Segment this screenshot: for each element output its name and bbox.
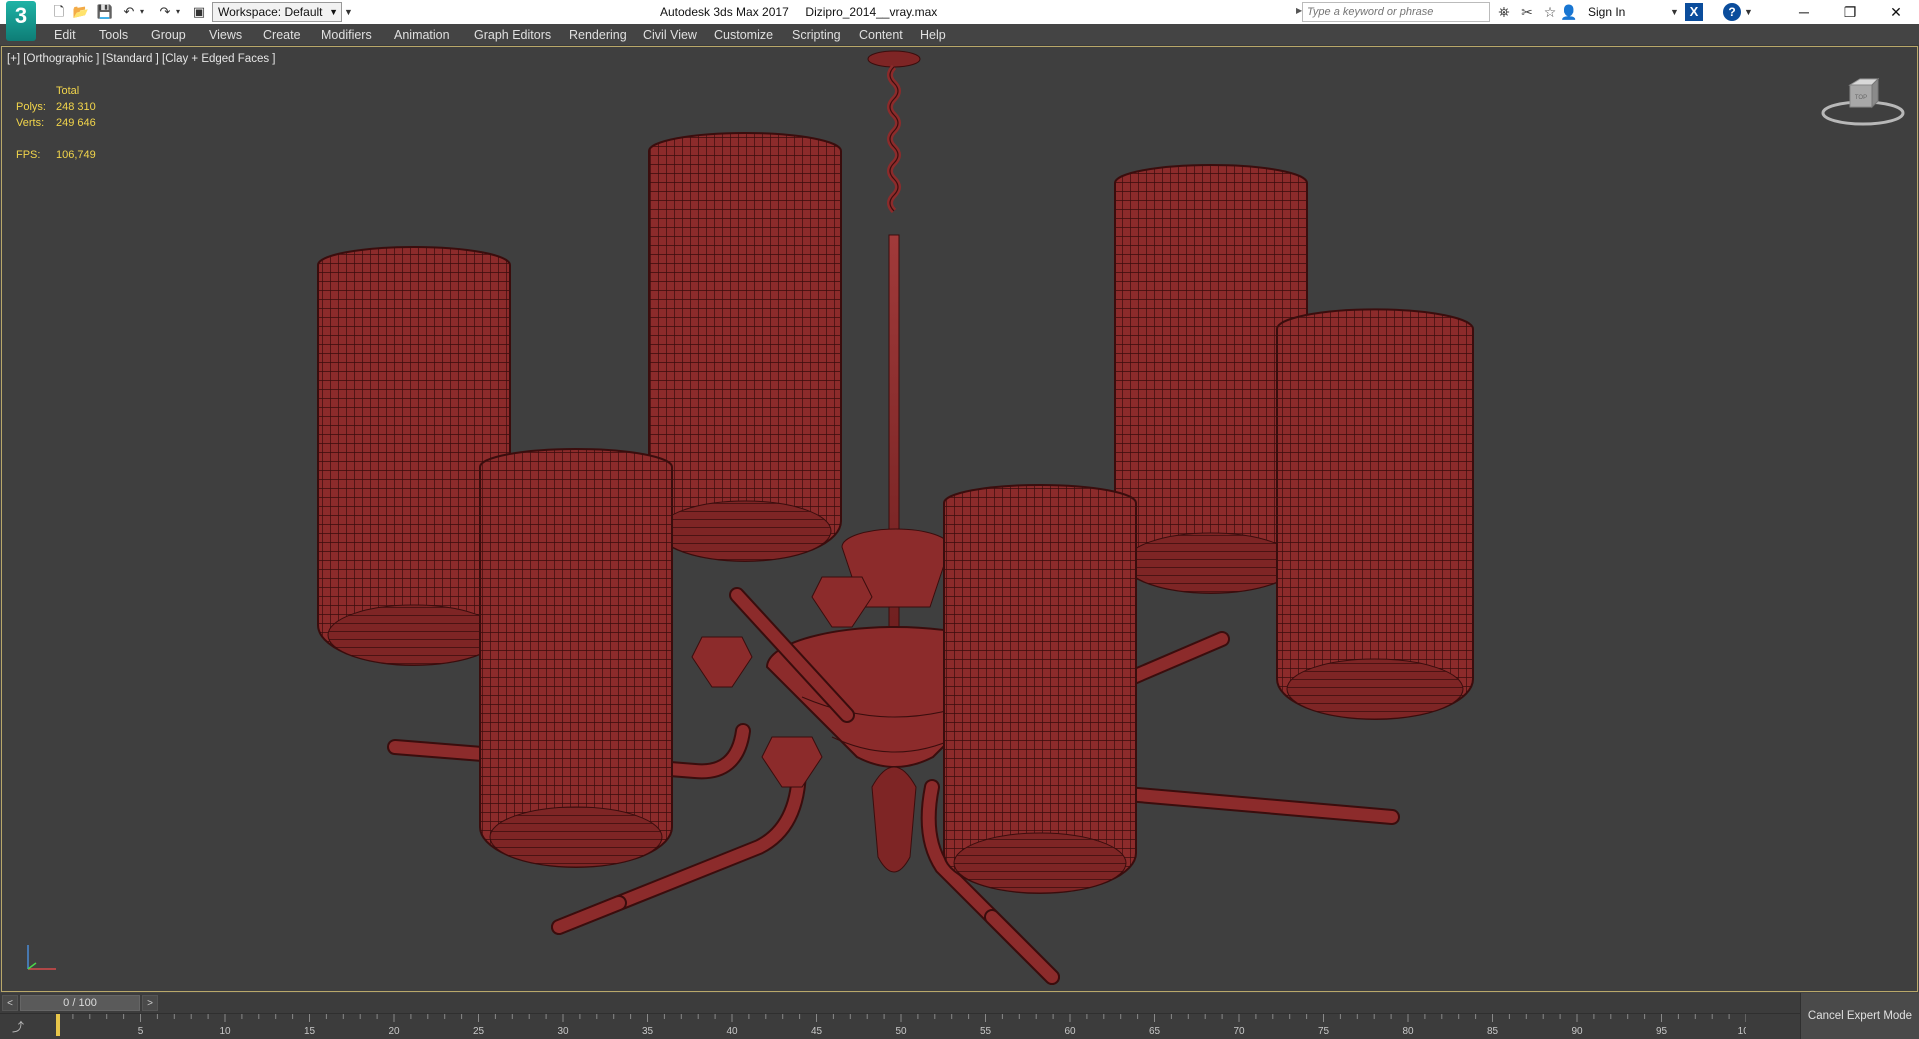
lamp-shade xyxy=(648,132,842,562)
viewport-label-menu[interactable]: [+] [Orthographic ] [Standard ] [Clay + … xyxy=(7,53,275,65)
timeline-tick-label: 70 xyxy=(1233,1026,1245,1037)
menu-rendering[interactable]: Rendering xyxy=(569,24,627,46)
user-icon[interactable]: 👤 xyxy=(1560,3,1577,21)
project-folder-icon[interactable]: ▣ xyxy=(190,3,208,21)
verts-value: 249 646 xyxy=(56,117,96,129)
undo-icon[interactable]: ↶ xyxy=(120,3,138,21)
timeline-tick-label: 80 xyxy=(1402,1026,1414,1037)
close-button[interactable]: ✕ xyxy=(1873,0,1919,24)
viewcube-face-label: TOP xyxy=(1855,95,1867,101)
redo-icon[interactable]: ↷ xyxy=(156,3,174,21)
polys-value: 248 310 xyxy=(56,101,96,113)
quick-access-menu-icon[interactable]: ▼ xyxy=(344,3,356,21)
workspace-label: Workspace: Default xyxy=(218,5,323,19)
timeline-tick-label: 45 xyxy=(811,1026,823,1037)
menu-animation[interactable]: Animation xyxy=(394,24,450,46)
timeline-tick-label: 55 xyxy=(980,1026,992,1037)
menu-customize[interactable]: Customize xyxy=(714,24,773,46)
chevron-down-icon: ▼ xyxy=(329,7,338,17)
timeline-ruler[interactable]: 0510152025303540455055606570758085909510… xyxy=(56,1014,1746,1039)
timeline-tick-label: 5 xyxy=(138,1026,144,1037)
lamp-shade xyxy=(943,484,1137,894)
fps-value: 106,749 xyxy=(56,149,96,161)
timeline-tick-label: 20 xyxy=(388,1026,400,1037)
timeline-tick-label: 85 xyxy=(1487,1026,1499,1037)
help-icon[interactable]: ? xyxy=(1723,3,1741,21)
menu-civil-view[interactable]: Civil View xyxy=(643,24,697,46)
timeline-tick-label: 40 xyxy=(726,1026,738,1037)
menu-graph-editors[interactable]: Graph Editors xyxy=(474,24,551,46)
exchange-apps-icon[interactable]: X xyxy=(1685,3,1703,21)
title-bar: 3 🗋 📂 💾 ↶ ▾ ↷ ▾ ▣ Workspace: Default ▼ ▼… xyxy=(0,0,1919,41)
sign-in-button[interactable]: Sign In xyxy=(1588,3,1625,21)
timeline-tick-label: 65 xyxy=(1149,1026,1161,1037)
lamp-shade xyxy=(479,448,673,868)
menu-content[interactable]: Content xyxy=(859,24,903,46)
window-title: Autodesk 3ds Max 2017 Dizipro_2014__vray… xyxy=(660,5,938,19)
new-file-icon[interactable]: 🗋 xyxy=(50,3,68,21)
time-next-button[interactable]: > xyxy=(142,995,158,1011)
workspace-dropdown[interactable]: Workspace: Default ▼ xyxy=(212,2,342,22)
current-frame-marker[interactable] xyxy=(56,1014,60,1036)
timeline-tick-label: 90 xyxy=(1571,1026,1583,1037)
restore-button[interactable]: ❐ xyxy=(1827,0,1873,24)
menu-scripting[interactable]: Scripting xyxy=(792,24,841,46)
time-prev-button[interactable]: < xyxy=(2,995,18,1011)
timeline-tick-label: 75 xyxy=(1318,1026,1330,1037)
lamp-shade xyxy=(1276,308,1474,720)
time-slider-bar: < 0 / 100 > xyxy=(0,993,1919,1013)
redo-dropdown-icon[interactable]: ▾ xyxy=(173,3,183,21)
menu-bar: Edit Tools Group Views Create Modifiers … xyxy=(0,24,1919,46)
minimize-button[interactable]: ─ xyxy=(1781,0,1827,24)
search-input[interactable] xyxy=(1303,3,1483,21)
perspective-viewport[interactable]: [+] [Orthographic ] [Standard ] [Clay + … xyxy=(1,46,1918,992)
open-file-icon[interactable]: 📂 xyxy=(72,3,90,21)
sign-in-dropdown-icon[interactable]: ▼ xyxy=(1670,3,1679,21)
time-slider[interactable]: 0 / 100 xyxy=(20,995,140,1011)
timeline-tick-label: 60 xyxy=(1064,1026,1076,1037)
viewcube[interactable]: TOP xyxy=(1820,69,1906,129)
timeline-tick-label: 10 xyxy=(219,1026,231,1037)
polys-label: Polys: xyxy=(16,101,46,113)
cancel-expert-mode-button[interactable]: Cancel Expert Mode xyxy=(1800,993,1919,1039)
timeline-tick-label: 25 xyxy=(473,1026,485,1037)
menu-modifiers[interactable]: Modifiers xyxy=(321,24,372,46)
track-bar[interactable]: ⤴ 05101520253035404550556065707580859095… xyxy=(0,1013,1919,1039)
axis-tripod-icon xyxy=(27,945,56,970)
favorites-star-icon[interactable]: ☆ xyxy=(1540,3,1560,21)
menu-create[interactable]: Create xyxy=(263,24,301,46)
timeline-tick-label: 15 xyxy=(304,1026,316,1037)
save-icon[interactable]: 💾 xyxy=(96,3,114,21)
timeline-tick-label: 100 xyxy=(1738,1026,1746,1037)
verts-label: Verts: xyxy=(16,117,45,129)
timeline-tick-label: 30 xyxy=(557,1026,569,1037)
timeline-tick-label: 35 xyxy=(642,1026,654,1037)
timeline-tick-label: 95 xyxy=(1656,1026,1668,1037)
menu-edit[interactable]: Edit xyxy=(54,24,76,46)
undo-dropdown-icon[interactable]: ▾ xyxy=(137,3,147,21)
stats-header: Total xyxy=(56,85,80,97)
menu-group[interactable]: Group xyxy=(151,24,186,46)
app-logo-button[interactable]: 3 xyxy=(6,1,36,41)
menu-views[interactable]: Views xyxy=(209,24,242,46)
menu-tools[interactable]: Tools xyxy=(99,24,128,46)
curve-editor-icon[interactable]: ⤴ xyxy=(12,1018,24,1035)
chandelier-model xyxy=(317,50,1474,985)
fps-label: FPS: xyxy=(16,149,41,161)
search-box[interactable] xyxy=(1302,2,1490,22)
menu-help[interactable]: Help xyxy=(920,24,946,46)
help-dropdown-icon[interactable]: ▼ xyxy=(1744,3,1753,21)
communication-center-icon[interactable]: ✂ xyxy=(1517,3,1537,21)
binoculars-icon[interactable]: ⛯ xyxy=(1494,3,1514,21)
timeline-tick-label: 50 xyxy=(895,1026,907,1037)
